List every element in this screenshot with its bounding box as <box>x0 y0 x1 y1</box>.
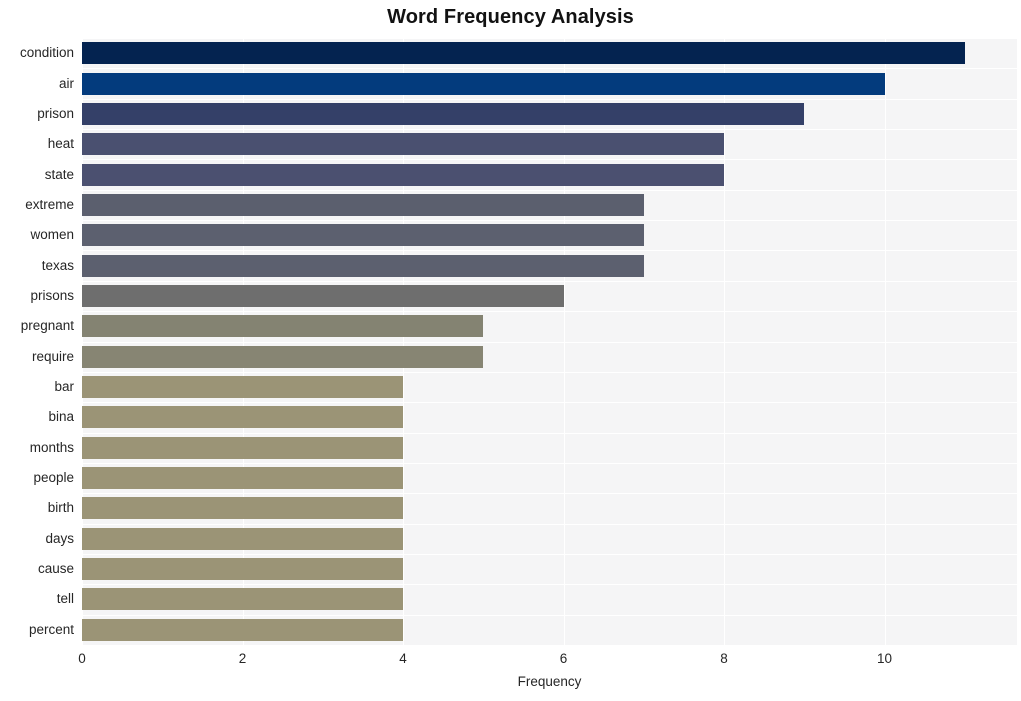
horizontal-gridline <box>82 463 1017 464</box>
bar-fill <box>82 406 404 429</box>
y-tick-label: people <box>33 470 74 486</box>
horizontal-gridline <box>82 129 1017 130</box>
horizontal-gridline <box>82 554 1017 555</box>
bar-fill <box>82 254 644 277</box>
bar <box>82 436 404 459</box>
bar <box>82 376 404 399</box>
bar <box>82 72 885 95</box>
bar-fill <box>82 345 484 368</box>
bar-fill <box>82 72 885 95</box>
y-tick-label: percent <box>28 621 74 637</box>
x-tick-label: 2 <box>238 651 247 666</box>
y-tick-label: extreme <box>25 196 74 212</box>
bar-fill <box>82 467 404 490</box>
bar-fill <box>82 558 404 581</box>
x-axis-title: Frequency <box>517 674 582 689</box>
bar <box>82 254 644 277</box>
y-tick-label: prisons <box>30 287 74 303</box>
x-tick-label: 0 <box>78 651 86 666</box>
bar <box>82 497 404 520</box>
bar <box>82 467 404 490</box>
bar <box>82 406 404 429</box>
y-tick-label: cause <box>37 561 74 577</box>
bar <box>82 527 404 550</box>
bar <box>82 315 484 338</box>
bar-fill <box>82 315 484 338</box>
horizontal-gridline <box>82 433 1017 434</box>
bar <box>82 345 484 368</box>
bar-fill <box>82 588 404 611</box>
horizontal-gridline <box>82 281 1017 282</box>
word-frequency-chart: Word Frequency Analysis condition air pris… <box>0 0 1021 701</box>
horizontal-gridline <box>82 38 1017 39</box>
y-tick-label: pregnant <box>20 318 74 334</box>
bar-fill <box>82 527 404 550</box>
horizontal-gridline <box>82 402 1017 403</box>
y-tick-label: air <box>58 75 74 91</box>
y-tick-label: texas <box>41 257 74 273</box>
chart-title: Word Frequency Analysis <box>387 6 634 28</box>
horizontal-gridline <box>82 99 1017 100</box>
x-tick-label: 8 <box>720 651 728 666</box>
y-tick-label: bina <box>48 409 74 425</box>
bar-fill <box>82 163 725 186</box>
y-tick-label: women <box>30 227 74 243</box>
bar <box>82 133 725 156</box>
y-tick-label: bar <box>54 379 74 395</box>
bar <box>82 224 644 247</box>
x-tick-label: 10 <box>877 651 893 666</box>
horizontal-gridline <box>82 311 1017 312</box>
x-tick-label: 6 <box>559 651 568 666</box>
y-tick-label: birth <box>47 500 74 516</box>
horizontal-gridline <box>82 68 1017 69</box>
horizontal-gridline <box>82 190 1017 191</box>
bar-fill <box>82 224 644 247</box>
bar <box>82 618 404 641</box>
y-tick-label: heat <box>47 136 74 152</box>
y-tick-label: condition <box>19 45 74 61</box>
bar-fill <box>82 42 965 65</box>
bar <box>82 558 404 581</box>
bar-fill <box>82 133 725 156</box>
bar-fill <box>82 618 404 641</box>
bar-fill <box>82 102 805 125</box>
y-tick-label: state <box>44 166 74 182</box>
y-tick-label: require <box>31 348 74 364</box>
bar <box>82 102 805 125</box>
horizontal-gridline <box>82 220 1017 221</box>
y-tick-label: days <box>45 530 74 546</box>
y-axis-labels: condition air prison heat state extreme women t… <box>0 38 74 645</box>
bar-fill <box>82 497 404 520</box>
y-tick-label: tell <box>56 591 74 607</box>
horizontal-gridline <box>82 159 1017 160</box>
bar-fill <box>82 436 404 459</box>
horizontal-gridline <box>82 250 1017 251</box>
bar-fill <box>82 376 404 399</box>
bar <box>82 42 965 65</box>
horizontal-gridline <box>82 615 1017 616</box>
bar <box>82 193 644 216</box>
horizontal-gridline <box>82 524 1017 525</box>
bar-fill <box>82 284 564 307</box>
horizontal-gridline <box>82 493 1017 494</box>
x-tick-label: 4 <box>399 651 407 666</box>
bar <box>82 588 404 611</box>
plot-area <box>82 38 1017 645</box>
bar-fill <box>82 193 644 216</box>
bar <box>82 163 725 186</box>
y-tick-label: months <box>29 439 74 455</box>
x-axis-labels: 0 2 4 6 8 10 <box>0 645 1021 671</box>
bar <box>82 284 564 307</box>
horizontal-gridline <box>82 584 1017 585</box>
horizontal-gridline <box>82 372 1017 373</box>
y-tick-label: prison <box>37 105 74 121</box>
horizontal-gridline <box>82 342 1017 343</box>
